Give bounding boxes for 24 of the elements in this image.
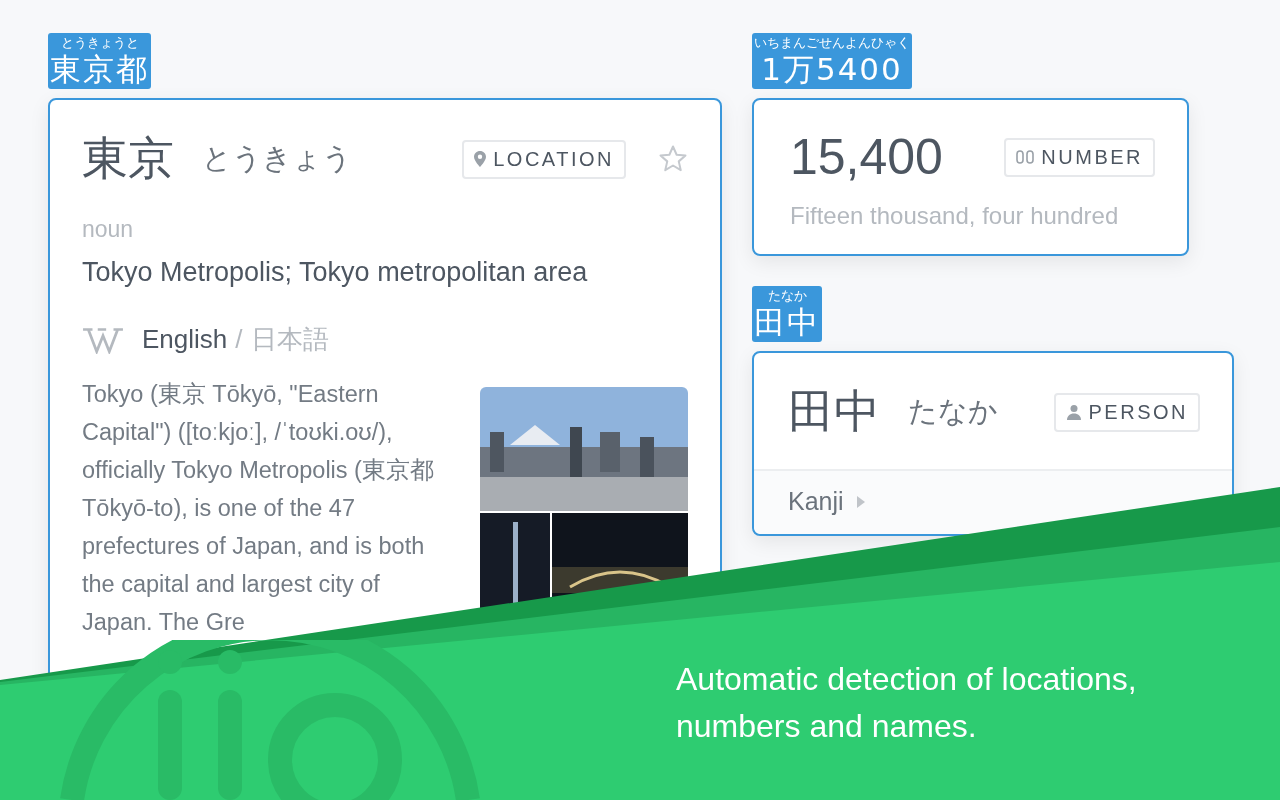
word-highlight[interactable]: とうきょうと 東京都 (48, 33, 151, 89)
wikipedia-icon (82, 325, 124, 354)
definition: Tokyo Metropolis; Tokyo metropolitan area (82, 257, 589, 288)
tag-label: NUMBER (1041, 145, 1143, 169)
person-icon (1065, 404, 1082, 420)
banner-text: Automatic detection of locations, numbers and names. (676, 660, 1138, 746)
star-icon[interactable] (658, 144, 688, 174)
tag-label: PERSON (1088, 400, 1188, 424)
part-of-speech: noun (82, 216, 135, 243)
word-highlight[interactable]: たなか 田中 (752, 286, 822, 342)
reading: たなか (908, 393, 998, 430)
tag-label: LOCATION (493, 147, 614, 171)
number-in-words: Fifteen thousand, four hundred (790, 202, 1120, 230)
reading: とうきょう (202, 140, 352, 177)
language-link[interactable]: English (142, 324, 228, 355)
headword: 東京 (82, 130, 174, 187)
language-link[interactable]: 日本語 (250, 322, 329, 357)
separator: / (235, 324, 243, 355)
article-extract: Tokyo (東京 Tōkyō, "Eastern Capital") ([toːkjoː], /ˈtoʊki.oʊ/), officially Tokyo Metropolis (東京都 Tōkyō-to), is one of the 47 prefectures of Japan, and is both the capital and largest city of Japan. The Gre (82, 380, 435, 637)
headword: 田中 (788, 383, 880, 440)
word-highlight[interactable]: いちまんごせんよんひゃく 1万5400 (752, 33, 912, 89)
number-value: 15,400 (790, 128, 943, 186)
digits-icon (1016, 150, 1035, 164)
map-pin-icon (474, 151, 487, 167)
